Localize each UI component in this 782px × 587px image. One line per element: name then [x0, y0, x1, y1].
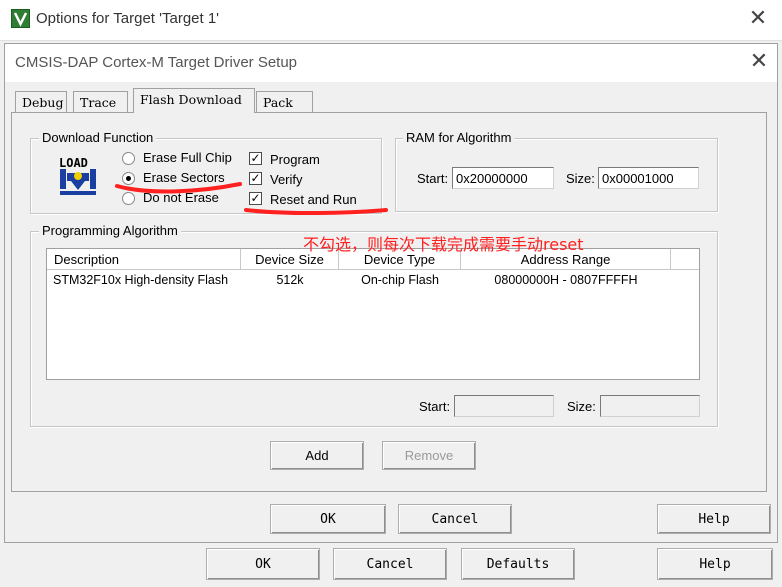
row-address-range: 08000000H - 0807FFFFH [494, 273, 638, 287]
check-program[interactable]: ✓ [249, 152, 262, 165]
tab-trace[interactable]: Trace [73, 91, 128, 113]
add-button[interactable]: Add [270, 441, 364, 470]
ram-start-input[interactable] [452, 167, 554, 189]
annotation-text: 不勾选，则每次下载完成需要手动reset [303, 235, 584, 254]
keil-uvision-icon [11, 9, 30, 28]
radio-erase-full-chip[interactable] [122, 152, 135, 165]
radio-erase-sectors-label: Erase Sectors [143, 170, 225, 185]
ram-size-input[interactable] [598, 167, 699, 189]
dialog-cancel-button[interactable]: Cancel [398, 504, 512, 534]
check-program-label: Program [270, 152, 320, 167]
outer-ok-button[interactable]: OK [206, 548, 320, 580]
outer-help-button[interactable]: Help [657, 548, 773, 580]
radio-do-not-erase[interactable] [122, 192, 135, 205]
radio-erase-full-chip-label: Erase Full Chip [143, 150, 232, 165]
algo-start-label: Start: [419, 399, 451, 414]
svg-text:LOAD: LOAD [59, 156, 88, 170]
row-device-size: 512k [276, 273, 304, 287]
dialog-ok-button[interactable]: OK [270, 504, 386, 534]
programming-algorithm-label: Programming Algorithm [39, 223, 181, 238]
outer-window-titlebar: Options for Target 'Target 1' ✕ [0, 0, 782, 40]
tab-flash-download[interactable]: Flash Download [133, 88, 255, 113]
algo-start-input[interactable] [454, 395, 554, 417]
algo-size-label: Size: [567, 399, 596, 414]
row-description: STM32F10x High-density Flash [53, 273, 229, 287]
algo-size-input[interactable] [600, 395, 700, 417]
column-description[interactable]: Description [47, 249, 241, 270]
check-reset-and-run[interactable]: ✓ [249, 192, 262, 205]
outer-cancel-button[interactable]: Cancel [333, 548, 447, 580]
radio-erase-sectors[interactable] [122, 172, 135, 185]
check-reset-and-run-label: Reset and Run [270, 192, 357, 207]
dialog-titlebar: CMSIS-DAP Cortex-M Target Driver Setup ✕ [5, 44, 777, 82]
dialog-help-button[interactable]: Help [657, 504, 771, 534]
tab-pack[interactable]: Pack [256, 91, 313, 113]
remove-button[interactable]: Remove [382, 441, 476, 470]
column-filler [671, 249, 699, 270]
dialog-title: CMSIS-DAP Cortex-M Target Driver Setup [15, 54, 298, 71]
ram-start-label: Start: [417, 171, 449, 186]
ram-size-label: Size: [566, 171, 595, 186]
dialog-close-icon[interactable]: ✕ [749, 51, 769, 73]
close-icon[interactable]: ✕ [748, 8, 768, 30]
download-function-label: Download Function [39, 130, 157, 145]
radio-do-not-erase-label: Do not Erase [143, 190, 219, 205]
outer-defaults-button[interactable]: Defaults [461, 548, 575, 580]
table-row[interactable]: STM32F10x High-density Flash 512k On-chi… [47, 270, 699, 290]
tab-debug[interactable]: Debug [15, 91, 67, 113]
load-download-icon: LOAD [58, 155, 98, 197]
check-verify[interactable]: ✓ [249, 172, 262, 185]
algorithm-list[interactable]: Description Device Size Device Type Addr… [46, 248, 700, 380]
outer-window-title: Options for Target 'Target 1' [36, 10, 220, 27]
check-verify-label: Verify [270, 172, 303, 187]
ram-for-algorithm-label: RAM for Algorithm [403, 130, 515, 145]
row-device-type: On-chip Flash [361, 273, 439, 287]
